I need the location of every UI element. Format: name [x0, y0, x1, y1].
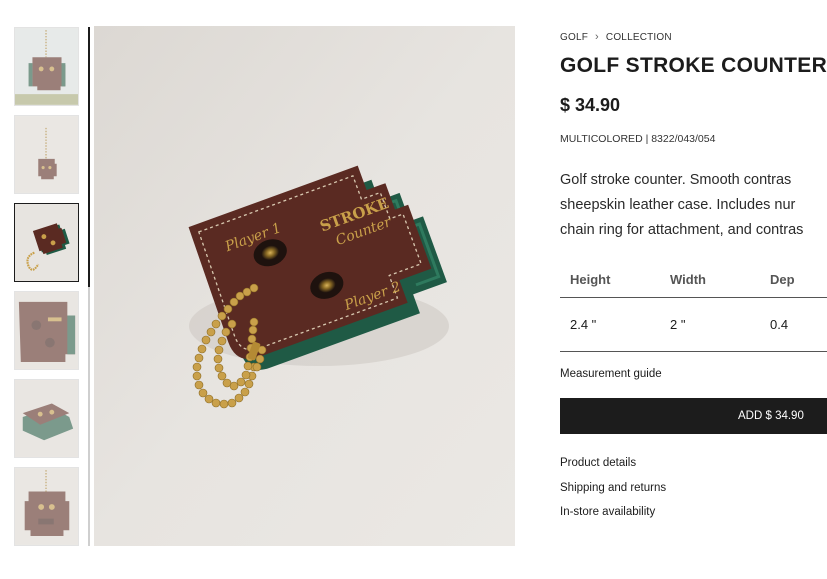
dimensions-table: Height Width Dep 2.4 " 2 " 0.4 — [560, 262, 827, 352]
thumbnail-image-6 — [15, 468, 78, 545]
description-line: Golf stroke counter. Smooth contras — [560, 172, 792, 188]
thumbnail-image-5 — [15, 380, 78, 457]
dimension-header-depth: Dep — [770, 272, 795, 287]
thumbnail-4[interactable] — [14, 291, 79, 370]
product-price: $ 34.90 — [560, 95, 621, 115]
thumbnail-2[interactable] — [14, 115, 79, 194]
thumbnail-scrollbar-handle[interactable] — [88, 27, 90, 287]
measurement-guide-link[interactable]: Measurement guide — [560, 368, 662, 380]
breadcrumb: GOLF › COLLECTION — [560, 31, 672, 43]
thumbnail-image-1 — [15, 28, 78, 105]
dimensions-header-row: Height Width Dep — [560, 262, 827, 298]
product-details-panel: GOLF › COLLECTION GOLF STROKE COUNTER $ … — [560, 0, 827, 579]
dimension-value-width: 2 " — [670, 317, 686, 332]
breadcrumb-collection[interactable]: COLLECTION — [606, 32, 672, 43]
thumbnail-5[interactable] — [14, 379, 79, 458]
shipping-returns-link[interactable]: Shipping and returns — [560, 480, 666, 505]
dimension-value-depth: 0.4 — [770, 317, 789, 332]
product-details-link[interactable]: Product details — [560, 455, 666, 480]
product-photo: Player 1 STROKE Counter Player 2 — [94, 26, 515, 546]
store-availability-link[interactable]: In-store availability — [560, 504, 666, 529]
thumbnail-6[interactable] — [14, 467, 79, 546]
thumbnail-1[interactable] — [14, 27, 79, 106]
main-product-image: Player 1 STROKE Counter Player 2 — [94, 26, 515, 546]
thumbnail-scrollbar[interactable] — [88, 27, 90, 546]
product-description: Golf stroke counter. Smooth contras shee… — [560, 168, 827, 243]
info-links: Product details Shipping and returns In-… — [560, 455, 666, 529]
breadcrumb-golf[interactable]: GOLF — [560, 32, 588, 43]
thumbnail-image-2 — [15, 116, 78, 193]
thumbnail-image-4 — [15, 292, 78, 369]
description-line: sheepskin leather case. Includes nur — [560, 197, 796, 213]
product-title: GOLF STROKE COUNTER — [560, 54, 827, 77]
add-to-cart-button[interactable]: ADD $ 34.90 — [560, 398, 827, 434]
description-line: chain ring for attachment, and contras — [560, 222, 804, 238]
product-color-reference: MULTICOLORED | 8322/043/054 — [560, 133, 716, 145]
dimension-value-height: 2.4 " — [570, 317, 597, 332]
dimension-header-height: Height — [570, 272, 611, 287]
chevron-right-icon: › — [595, 31, 599, 43]
dimension-header-width: Width — [670, 272, 706, 287]
thumbnail-image-3 — [15, 204, 78, 281]
thumbnail-strip — [14, 27, 80, 555]
thumbnail-3[interactable] — [14, 203, 79, 282]
dimensions-values-row: 2.4 " 2 " 0.4 — [560, 298, 827, 352]
